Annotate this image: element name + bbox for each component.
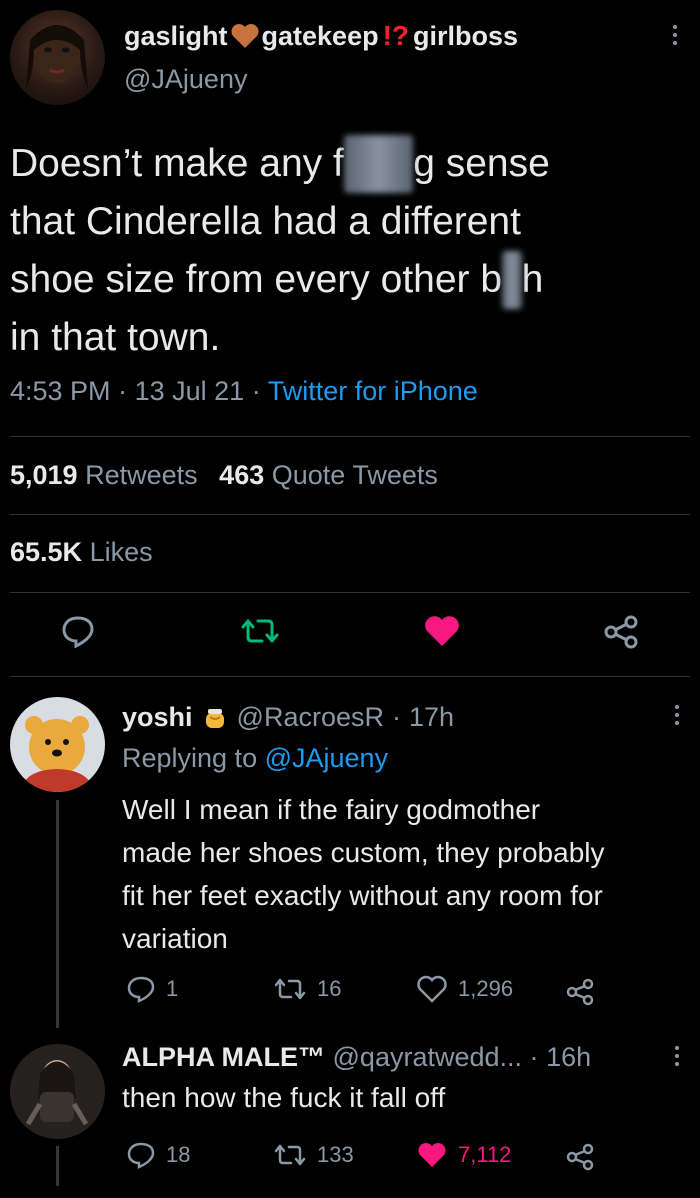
reply2-reply-button[interactable]: 18 [126,1141,190,1169]
censored-word-blur: it [502,251,522,309]
share-action-icon[interactable] [603,614,639,655]
divider [10,676,690,677]
tweet-stats-retweets-quotes: 5,019 Retweets 463 Quote Tweets [10,460,438,491]
character-avatar-image [25,1060,89,1126]
reply-icon [127,1142,155,1169]
reply-action-icon[interactable] [60,614,96,653]
reply1-more-options-icon[interactable] [674,705,680,725]
reply1-text: Well I mean if the fairy godmother made … [122,794,605,954]
tweet-text-line1: Doesn’t make any fuckig sense [10,135,690,193]
censored-word-blur: ucki [343,135,414,193]
honey-pot-emoji-icon [205,708,224,728]
reply1-reply-button[interactable]: 1 [126,975,178,1003]
reply2-name[interactable]: ALPHA MALE™ [122,1042,325,1072]
reply-thread-line [56,800,59,1028]
heart-outline-icon [417,975,447,1003]
reply1-like-button[interactable]: 1,296 [416,975,513,1003]
reply2-avatar[interactable] [10,1044,105,1139]
tweet-text-line4: in that town. [10,316,221,359]
reply2-like-button[interactable]: 7,112 [416,1141,511,1169]
divider [10,436,690,437]
like-action-icon[interactable] [423,614,461,653]
reply1-replying-to-handle[interactable]: @JAjueny [265,743,388,773]
author-avatar[interactable] [10,10,105,105]
tweet-text: Doesn’t make any fuckig sense that Cinde… [10,135,690,367]
reply-thread-line-continued [56,1146,59,1186]
reply1-time[interactable]: 17h [409,702,454,733]
reply1-replying-to: Replying to @JAjueny [122,743,389,773]
divider [10,514,690,515]
author-handle[interactable]: @JAjueny [124,64,247,95]
retweet-icon [274,978,306,1000]
reply2-handle[interactable]: @qayratwedd... [333,1042,523,1072]
heart-emoji-icon [231,24,259,48]
retweets-stat[interactable]: 5,019 Retweets [10,460,205,490]
reply2-share-icon[interactable] [565,1142,595,1177]
interrobang-emoji-icon: !? [382,20,410,51]
reply1-name[interactable]: yoshi [122,702,193,733]
display-name-part3: girlboss [413,20,519,51]
tweet-time[interactable]: 4:53 PM [10,376,111,406]
likes-stat[interactable]: 65.5K Likes [10,537,153,568]
display-name-part2: gatekeep [261,20,379,51]
tweet-text-line3: shoe size from every other bith [10,251,690,309]
tweet-date[interactable]: 13 Jul 21 [135,376,245,406]
reply1-handle[interactable]: @RacroesR [237,702,384,733]
reply1-avatar[interactable] [10,697,105,792]
quotes-stat[interactable]: 463 Quote Tweets [219,460,438,490]
author-display-name[interactable]: gaslight gatekeep !? girlboss [124,20,518,52]
reply2-more-options-icon[interactable] [674,1046,680,1066]
heart-filled-icon [418,1143,446,1167]
retweet-action-icon[interactable] [240,615,280,652]
reply1-header: yoshi @RacroesR · 17h [122,702,455,733]
retweet-icon [274,1144,306,1166]
author-face-image [26,25,88,90]
reply2-text: then how the fuck it fall off [122,1082,446,1113]
reply1-share-icon[interactable] [565,977,595,1012]
display-name-part1: gaslight [124,20,228,51]
more-options-icon[interactable] [672,25,678,45]
reply-icon [127,976,155,1003]
tweet-source[interactable]: Twitter for iPhone [268,376,478,406]
reply2-time[interactable]: 16h [546,1042,591,1072]
divider [10,592,690,593]
tweet-text-line2: that Cinderella had a different [10,200,521,243]
tweet-timestamp-line: 4:53 PM · 13 Jul 21 · Twitter for iPhone [10,376,478,406]
reply1-retweet-button[interactable]: 16 [273,975,341,1003]
reply2-header: ALPHA MALE™ @qayratwedd... · 16h [122,1042,592,1072]
reply2-retweet-button[interactable]: 133 [273,1141,354,1169]
winnie-the-pooh-avatar-image [23,716,91,792]
